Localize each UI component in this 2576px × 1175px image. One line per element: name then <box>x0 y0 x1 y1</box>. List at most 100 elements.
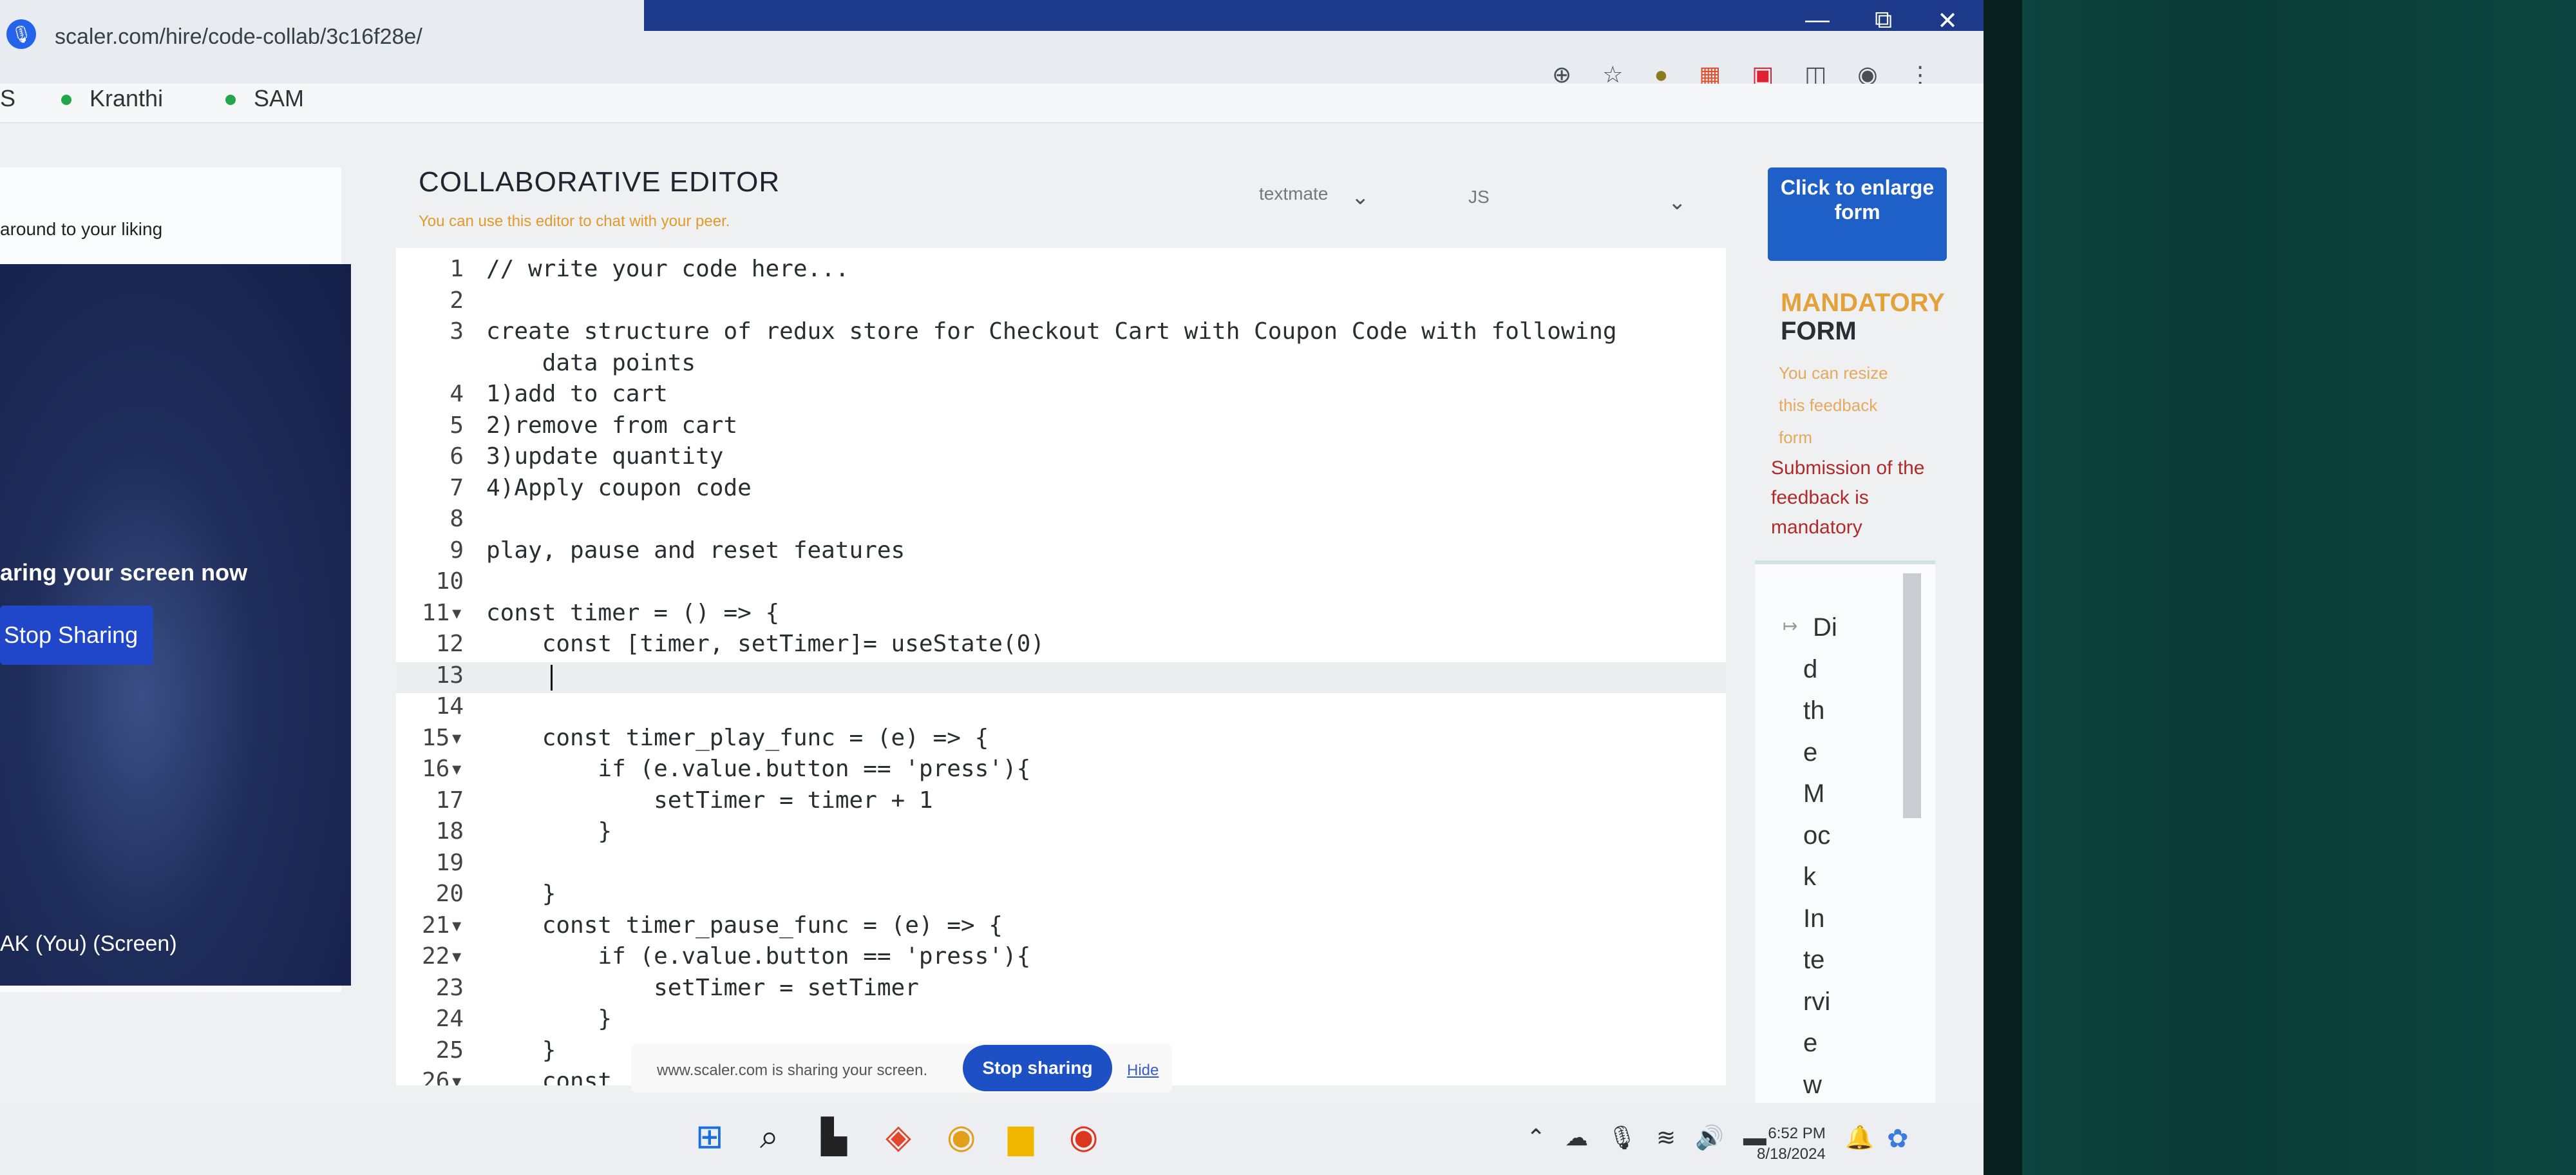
clock[interactable]: 6:52 PM 8/18/2024 <box>1757 1123 1826 1165</box>
sharing-status: aring your screen now <box>0 559 248 586</box>
brave-icon[interactable]: ◈ <box>886 1118 911 1156</box>
code-text: const [timer, setTimer]= useState(0) <box>486 631 1045 657</box>
code-line[interactable]: 4 1)add to cart <box>396 381 1726 412</box>
clock-date: 8/18/2024 <box>1757 1145 1826 1163</box>
enlarge-form-button[interactable]: Click to enlarge form <box>1768 167 1947 261</box>
stop-sharing-button[interactable]: Stop Sharing <box>0 606 153 665</box>
code-text: } <box>486 1036 556 1064</box>
line-number: 14 <box>435 693 464 720</box>
online-dot <box>61 95 71 106</box>
address-bar[interactable]: scaler.com/hire/code-collab/3c16f28e/ <box>55 24 422 50</box>
code-line[interactable]: 17 setTimer = timer + 1 <box>396 787 1726 818</box>
code-editor[interactable]: 1 // write your code here... 2 3 create stru… <box>396 248 1726 1085</box>
code-text: setTimer = timer + 1 <box>486 787 933 814</box>
code-line[interactable]: 24 } <box>396 1006 1726 1036</box>
chevron-up-icon[interactable]: ⌃ <box>1526 1124 1546 1151</box>
code-text: // write your code here... <box>486 256 849 282</box>
hide-banner-link[interactable]: Hide <box>1127 1062 1159 1080</box>
line-number: 19 <box>435 849 464 876</box>
line-number: 3 <box>450 318 464 345</box>
code-line[interactable]: 10 <box>396 568 1726 599</box>
form-text-fragment: In <box>1803 904 1825 933</box>
code-line[interactable]: 20 } <box>396 881 1726 912</box>
code-text: 1)add to cart <box>486 381 668 407</box>
mandatory-label: MANDATORY <box>1781 289 1945 317</box>
form-text-fragment: d <box>1803 654 1818 683</box>
copilot-icon[interactable]: ✿ <box>1887 1124 1909 1154</box>
participant-partial: S <box>0 85 16 111</box>
code-line[interactable]: 13 <box>396 662 1726 693</box>
code-line[interactable]: 9 play, pause and reset features <box>396 537 1726 568</box>
line-number: 1 <box>450 256 464 282</box>
code-line[interactable]: 22▾ if (e.value.button == 'press'){ <box>396 943 1726 974</box>
form-text-fragment: e <box>1803 738 1818 767</box>
code-line[interactable]: 14 <box>396 693 1726 724</box>
code-line[interactable]: 3 create structure of redux store for Che… <box>396 318 1726 349</box>
windows-start-icon[interactable]: ⊞ <box>696 1118 724 1156</box>
line-number: 10 <box>435 568 464 595</box>
line-number: 12 <box>435 631 464 657</box>
code-line[interactable]: 16▾ if (e.value.button == 'press'){ <box>396 756 1726 787</box>
code-line[interactable]: 1 // write your code here... <box>396 256 1726 287</box>
chevron-down-icon[interactable]: ⌄ <box>1351 184 1370 210</box>
code-line[interactable]: 11▾ const timer = () => { <box>396 600 1726 631</box>
code-line[interactable]: 8 <box>396 506 1726 537</box>
title-bar <box>644 0 1984 31</box>
code-text: create structure of redux store for Chec… <box>486 318 1617 345</box>
theme-select[interactable]: textmate <box>1259 184 1328 204</box>
mic-icon[interactable]: 🎙 <box>6 19 36 49</box>
line-number: 9 <box>450 537 464 564</box>
minimize-button[interactable]: — <box>1805 6 1830 35</box>
chrome-icon[interactable]: ◉ <box>947 1118 976 1156</box>
line-number: 16▾ <box>421 756 464 782</box>
form-text-fragment: th <box>1803 696 1825 725</box>
search-icon[interactable]: ⌕ <box>760 1118 779 1157</box>
participant-sam[interactable]: SAM <box>225 85 304 112</box>
screen: 🎙 scaler.com/hire/code-collab/3c16f28e/ … <box>0 0 1984 1175</box>
restore-button[interactable]: ⧉ <box>1875 6 1892 35</box>
code-text: if (e.value.button == 'press'){ <box>486 943 1031 970</box>
line-number: 6 <box>450 443 464 470</box>
code-line[interactable]: 5 2)remove from cart <box>396 412 1726 443</box>
form-label: FORM <box>1781 317 1857 345</box>
code-line[interactable]: 7 4)Apply coupon code <box>396 475 1726 506</box>
arrow-icon: ↦ <box>1783 616 1798 636</box>
line-number: 13 <box>435 662 464 689</box>
code-line[interactable]: 6 3)update quantity <box>396 443 1726 474</box>
clock-time: 6:52 PM <box>1768 1125 1826 1142</box>
online-dot <box>225 95 236 106</box>
chevron-down-icon[interactable]: ⌄ <box>1668 189 1687 215</box>
code-line[interactable]: 19 <box>396 850 1726 881</box>
volume-icon[interactable]: 🔊 <box>1695 1124 1724 1151</box>
code-line[interactable]: data points <box>396 350 1726 381</box>
resize-hint: You can resize this feedback form <box>1779 363 1888 447</box>
microphone-icon[interactable]: 🎙 <box>1607 1124 1637 1151</box>
code-text: } <box>486 1006 612 1032</box>
code-line[interactable]: 15▾ const timer_play_func = (e) => { <box>396 725 1726 756</box>
task-view-icon[interactable]: ▙ <box>821 1118 847 1156</box>
form-text-fragment: M <box>1803 779 1825 808</box>
form-text-fragment: k <box>1803 863 1816 891</box>
line-number: 24 <box>435 1006 464 1032</box>
code-line[interactable]: 23 setTimer = setTimer <box>396 975 1726 1006</box>
file-explorer-icon[interactable]: ▆ <box>1008 1118 1034 1156</box>
participant-name: SAM <box>254 85 305 111</box>
code-line[interactable]: 12 const [timer, setTimer]= useState(0) <box>396 631 1726 662</box>
line-number: 25 <box>435 1036 464 1064</box>
stop-sharing-banner-button[interactable]: Stop sharing <box>963 1045 1112 1091</box>
participants-bar: S Kranthi SAM <box>0 84 1984 123</box>
participant-kranthi[interactable]: Kranthi <box>61 85 163 112</box>
chrome-active-icon[interactable]: ◉ <box>1069 1118 1098 1156</box>
form-scrollbar[interactable] <box>1903 573 1921 818</box>
code-line[interactable]: 18 } <box>396 818 1726 849</box>
line-number: 11▾ <box>421 599 464 626</box>
wifi-icon[interactable]: ≋ <box>1656 1124 1676 1151</box>
close-button[interactable]: ✕ <box>1937 6 1958 35</box>
code-line[interactable]: 2 <box>396 287 1726 318</box>
code-line[interactable]: 21▾ const timer_pause_func = (e) => { <box>396 912 1726 943</box>
code-text: 4)Apply coupon code <box>486 474 752 501</box>
notification-bell-icon[interactable]: 🔔 <box>1845 1124 1874 1151</box>
line-number: 26▾ <box>421 1068 464 1085</box>
cloud-icon[interactable]: ☁ <box>1565 1124 1588 1151</box>
language-select[interactable]: JS <box>1468 187 1490 207</box>
